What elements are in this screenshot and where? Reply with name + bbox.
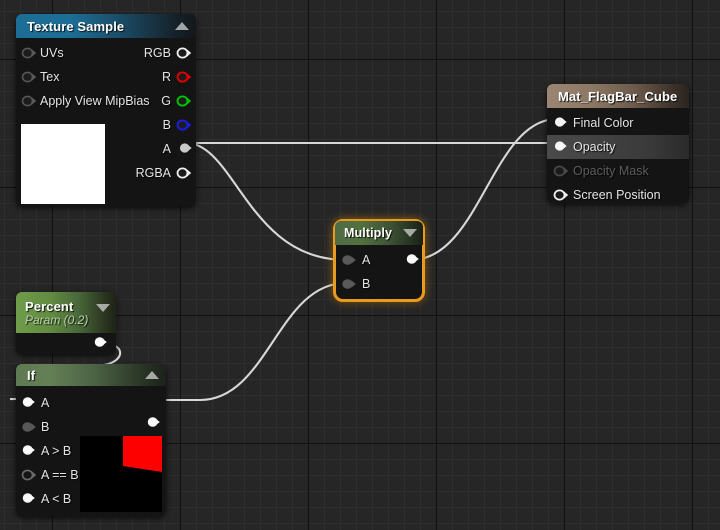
input-pin-hollow-icon[interactable] [21,71,37,83]
output-pin-multiply-icon[interactable] [405,253,421,265]
pin-label: A [162,142,171,156]
input-pin-a-equals-b-icon[interactable] [21,469,37,481]
pin-label: A [362,253,371,267]
pin-label: R [161,70,171,84]
pin-label: A > B [41,444,72,458]
pin-row-g[interactable]: G [118,89,192,113]
input-pin-opacity-icon[interactable] [553,140,569,152]
input-pin-hollow-icon[interactable] [21,47,37,59]
collapse-arrow-up-icon[interactable] [145,371,159,379]
input-pin-a-greater-b-icon[interactable] [21,444,37,456]
node-subtitle: Param (0.2) [25,313,89,327]
pin-row-opacity-mask: Opacity Mask [547,159,689,183]
input-pin-opacity-mask-icon [553,165,569,177]
pin-label: RGB [143,46,171,60]
pin-label: A < B [41,492,72,506]
node-title: Texture Sample [27,18,125,34]
node-texture-sample[interactable]: Texture Sample UVs Tex Apply View MipBia… [16,14,196,206]
output-pin-g-icon[interactable] [176,95,192,107]
pin-row-opacity[interactable]: Opacity [547,135,689,159]
pin-label: G [161,94,171,108]
pin-row-final-color[interactable]: Final Color [547,111,689,135]
output-pin-percent-icon[interactable] [93,336,109,348]
node-title: Multiply [344,226,393,240]
output-pin-rgba-icon[interactable] [176,167,192,179]
pin-row-screen-position[interactable]: Screen Position [547,183,689,206]
node-header-if[interactable]: If [16,364,166,386]
node-percent[interactable]: Percent Param (0.2) [16,292,116,354]
pin-label: A == B [41,468,79,482]
node-header-percent[interactable]: Percent Param (0.2) [16,292,116,333]
texture-preview-thumbnail [21,124,105,204]
output-pin-if-icon[interactable] [146,416,162,428]
input-pin-a-less-b-icon[interactable] [21,492,37,504]
node-mat-flagbar-cube[interactable]: Mat_FlagBar_Cube Final Color Opacity Opa… [547,84,689,203]
node-header-mat-flagbar-cube[interactable]: Mat_FlagBar_Cube [547,84,689,108]
pin-row-r[interactable]: R [118,65,192,89]
input-pin-a-icon[interactable] [341,254,357,266]
node-header-multiply[interactable]: Multiply [335,221,423,245]
pin-row-rgba[interactable]: RGBA [118,161,192,185]
input-pin-a-icon[interactable] [21,396,37,408]
collapse-arrow-down-icon[interactable] [96,303,110,312]
node-if[interactable]: If A B A > B A == B A < B [16,364,166,516]
pin-label: A [41,396,50,410]
output-pin-rgb-icon[interactable] [176,47,192,59]
pin-label: UVs [40,46,64,60]
pin-row-if-a[interactable]: A [16,391,166,415]
pin-row-b[interactable]: B [118,113,192,137]
node-header-texture-sample[interactable]: Texture Sample [16,14,196,38]
pin-row-rgb[interactable]: RGB [118,41,192,65]
pin-label: B [41,420,50,434]
node-title: Percent [25,299,74,314]
pin-label: Tex [40,70,60,84]
pin-row-multiply-b[interactable]: B [335,272,423,296]
input-pin-hollow-icon[interactable] [21,95,37,107]
pin-label: Opacity [573,140,616,154]
pin-label: Final Color [573,116,634,130]
input-pin-screen-position-icon[interactable] [553,189,569,201]
if-preview-thumbnail [80,436,162,512]
pin-label: B [362,277,371,291]
node-title: Mat_FlagBar_Cube [558,88,678,104]
output-pin-r-icon[interactable] [176,71,192,83]
pin-label: Screen Position [573,188,661,202]
output-pin-a-icon[interactable] [178,142,194,154]
pin-label: B [162,118,171,132]
node-multiply[interactable]: Multiply A B [333,219,425,302]
pin-label: RGBA [135,166,171,180]
collapse-arrow-up-icon[interactable] [175,22,189,30]
node-title: If [27,367,36,383]
input-pin-b-icon[interactable] [341,278,357,290]
collapse-arrow-down-icon[interactable] [403,229,417,237]
output-pin-b-icon[interactable] [176,119,192,131]
pin-label: Opacity Mask [573,164,649,178]
pin-row-multiply-a[interactable]: A [335,248,423,272]
input-pin-final-color-icon[interactable] [553,116,569,128]
pin-row-a[interactable]: A [118,137,192,161]
input-pin-b-icon[interactable] [21,421,37,433]
